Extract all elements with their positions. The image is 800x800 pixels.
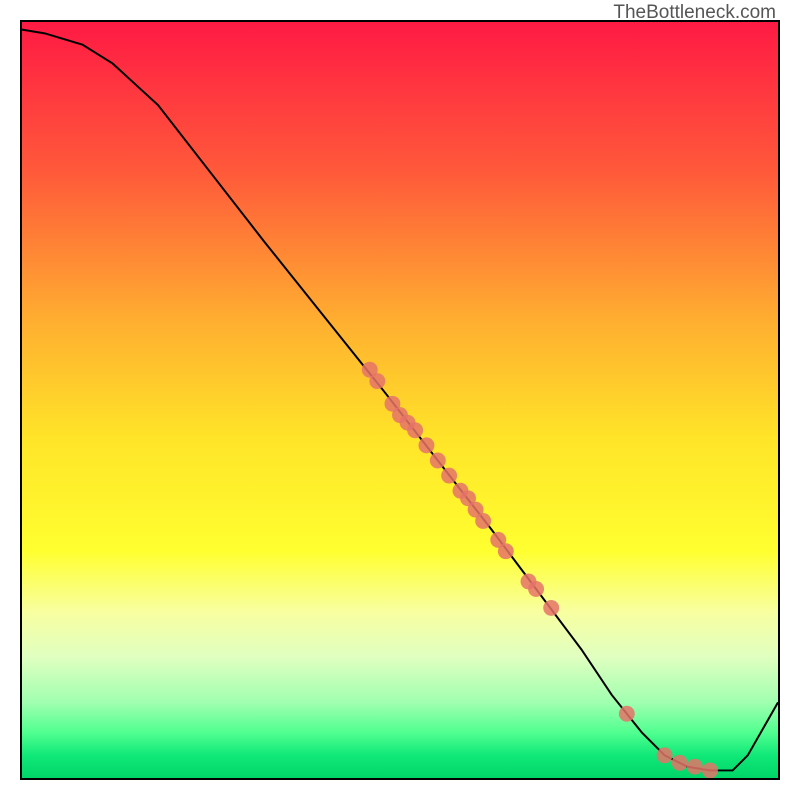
data-point bbox=[475, 513, 491, 529]
data-point bbox=[657, 747, 673, 763]
data-point bbox=[498, 543, 514, 559]
data-point bbox=[430, 453, 446, 469]
data-point bbox=[619, 706, 635, 722]
data-point bbox=[441, 468, 457, 484]
chart-overlay bbox=[22, 22, 778, 778]
scatter-points bbox=[362, 362, 718, 778]
data-point bbox=[369, 373, 385, 389]
data-point bbox=[702, 762, 718, 778]
plot-area bbox=[20, 20, 780, 780]
data-point bbox=[672, 755, 688, 771]
watermark-text: TheBottleneck.com bbox=[613, 2, 776, 24]
data-point bbox=[528, 581, 544, 597]
chart-container: TheBottleneck.com bbox=[0, 0, 800, 800]
data-point bbox=[687, 759, 703, 775]
bottleneck-curve bbox=[22, 30, 778, 771]
data-point bbox=[543, 600, 559, 616]
data-point bbox=[407, 422, 423, 438]
data-point bbox=[419, 437, 435, 453]
